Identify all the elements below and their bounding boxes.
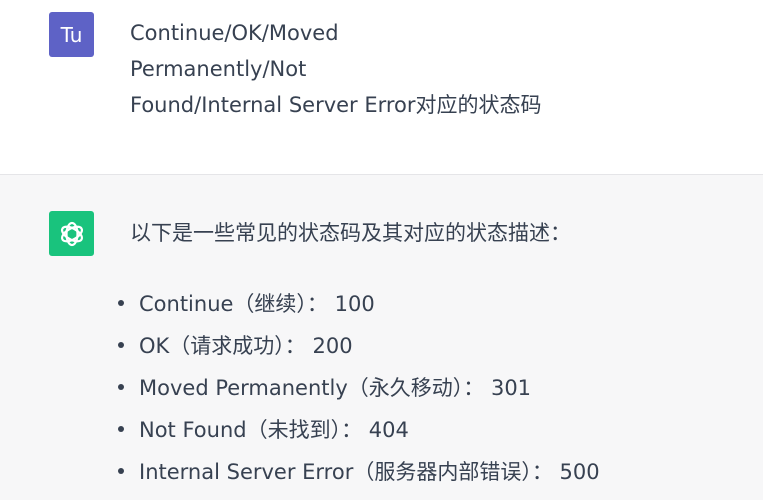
user-message-text: Continue/OK/Moved Permanently/Not Found/… [130,15,690,123]
assistant-avatar [49,211,94,256]
user-message-line: Continue/OK/Moved [130,21,339,45]
list-item-text: OK（请求成功）： 200 [139,334,353,358]
list-item-text: Moved Permanently（永久移动）： 301 [139,376,532,400]
user-message-line: Found/Internal Server Error对应的状态码 [130,93,542,117]
list-item-text: Continue（继续）： 100 [139,292,375,316]
list-item-text: Not Found（未找到）： 404 [139,418,409,442]
bullet-icon [118,468,124,474]
user-avatar-initials: Tu [60,22,83,47]
assistant-intro-text: 以下是一些常见的状态码及其对应的状态描述： [130,221,571,245]
bullet-icon [118,300,124,306]
user-message-block: Tu Continue/OK/Moved Permanently/Not Fou… [0,0,763,175]
assistant-message-block: 以下是一些常见的状态码及其对应的状态描述： Continue（继续）： 100 … [0,175,763,500]
user-avatar: Tu [49,12,94,57]
list-item-text: Internal Server Error（服务器内部错误）： 500 [139,460,600,484]
bullet-icon [118,342,124,348]
chatgpt-logo-icon [60,221,83,246]
bullet-icon [118,384,124,390]
bullet-icon [118,426,124,432]
user-message-line: Permanently/Not [130,57,307,81]
